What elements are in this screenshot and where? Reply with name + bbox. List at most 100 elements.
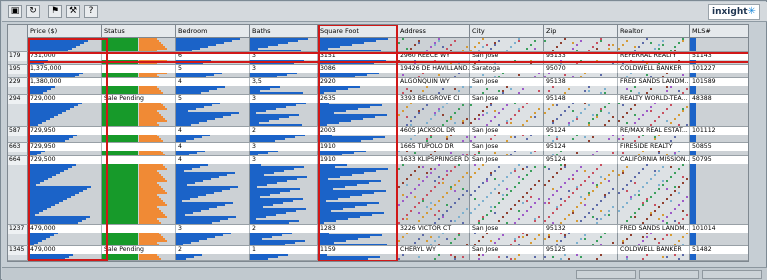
cell-address[interactable]: 3226 VICTOR CT [398,225,470,233]
cell-zip[interactable]: 95070 [544,65,618,73]
cell-status[interactable]: Sale Pending [102,95,176,103]
cell-sqft[interactable]: 1283 [318,225,398,233]
cell-mls[interactable]: 50855 [690,143,748,151]
cell-price[interactable]: 729,950 [28,143,102,151]
cell-bedroom[interactable]: 4 [176,78,250,86]
cell-bedroom[interactable]: 3 [176,261,250,262]
cell-status[interactable] [102,261,176,262]
cell-address[interactable]: 4731 BURKE DR [398,261,470,262]
cell-status[interactable] [102,143,176,151]
cell-price[interactable]: 729,500 [28,156,102,164]
cell-price[interactable]: 1,380,000 [28,78,102,86]
cell-price[interactable]: 479,000 [28,246,102,254]
cell-city[interactable]: San Jose [470,127,544,135]
column-header-price[interactable]: Price ($) [28,25,102,38]
new-icon[interactable]: ▣ [8,5,22,18]
cell-bedroom[interactable]: 4 [176,156,250,164]
cell-realtor[interactable]: COLDWELL BANKER [618,65,690,73]
cell-price[interactable]: 1,375,000 [28,65,102,73]
cell-baths[interactable]: 3 [250,65,318,73]
table-row[interactable]: 229 1,380,000 4 3,5 2920 ALGONQUIN WY San Jose… [8,77,748,87]
cell-baths[interactable]: 3 [250,156,318,164]
cell-realtor[interactable]: REALTY WORLD-TEA... [618,95,690,103]
cell-realtor[interactable]: FIRESIDE REALTY [618,261,690,262]
cell-baths[interactable]: 2 [250,127,318,135]
cell-address[interactable]: 19426 DE HAVILLAND... [398,65,470,73]
help-icon[interactable]: ? [84,5,98,18]
cell-address[interactable]: ALGONQUIN WY [398,78,470,86]
cell-zip[interactable]: 95133 [544,52,618,60]
cell-status[interactable] [102,127,176,135]
cell-sqft[interactable]: 1910 [318,156,398,164]
cell-zip[interactable]: 95138 [544,78,618,86]
filter-icon[interactable]: ⚑ [48,5,62,18]
cell-city[interactable]: San Jose [470,78,544,86]
cell-realtor[interactable]: FRED SANDS LANDM... [618,225,690,233]
cell-status[interactable]: Sale Pending [102,246,176,254]
cell-zip[interactable]: 95124 [544,127,618,135]
cell-zip[interactable]: 95124 [544,156,618,164]
cell-mls[interactable]: 50795 [690,156,748,164]
cell-baths[interactable]: 3,5 [250,78,318,86]
column-header-sqft[interactable]: Square Foot [318,25,398,38]
cell-zip[interactable]: 95054 [544,261,618,262]
tools-icon[interactable]: ⚒ [66,5,80,18]
cell-price[interactable]: 729,000 [28,95,102,103]
table-row[interactable]: 663 729,950 4 3 1910 1665 TUPOLO DR San Jose 95… [8,142,748,152]
cell-mls[interactable]: 51482 [690,246,748,254]
cell-sqft[interactable]: 2920 [318,78,398,86]
cell-sqft[interactable]: 2635 [318,95,398,103]
cell-realtor[interactable]: RE/MAX REAL ESTAT... [618,127,690,135]
table-row[interactable]: 1345 479,000 Sale Pending 2 1 1159 CHERYL WY Sa… [8,245,748,255]
cell-mls[interactable]: 101589 [690,78,748,86]
cell-price[interactable]: 729,950 [28,127,102,135]
cell-baths[interactable]: 2 [250,225,318,233]
cell-bedroom[interactable]: 6 [176,52,250,60]
cell-baths[interactable]: 2 [250,261,318,262]
cell-sqft[interactable]: 3086 [318,65,398,73]
column-header-bedroom[interactable]: Bedroom [176,25,250,38]
cell-city[interactable]: San Jose [470,143,544,151]
column-header-baths[interactable]: Baths [250,25,318,38]
column-header-realtor[interactable]: Realtor [618,25,690,38]
cell-mls[interactable]: 101227 [690,65,748,73]
cell-mls[interactable]: 100001 [690,261,749,262]
table-row[interactable]: 664 729,500 4 3 1910 1633 KLIPSPRINGER DR San … [8,155,748,165]
cell-address[interactable]: 2960 REECE WY [398,52,470,60]
cell-mls[interactable]: 101014 [690,225,748,233]
cell-sqft[interactable]: 2003 [318,127,398,135]
cell-city[interactable]: San Jose [470,246,544,254]
table-row[interactable]: 1237 479,000 3 2 1283 3226 VICTOR CT San Jose 9… [8,224,748,234]
cell-address[interactable]: 4605 JACKSOL DR [398,127,470,135]
column-header-status[interactable]: Status [102,25,176,38]
table-row[interactable]: 195 1,375,000 5 3 3086 19426 DE HAVILLAND... S… [8,64,748,74]
cell-realtor[interactable]: REFERRAL REALTY [618,52,690,60]
cell-sqft[interactable]: 1159 [318,246,398,254]
cell-status[interactable] [102,78,176,86]
cell-mls[interactable]: 101112 [690,127,748,135]
cell-city[interactable]: Santa Clara [470,261,544,262]
cell-address[interactable]: CHERYL WY [398,246,470,254]
cell-zip[interactable]: 95132 [544,225,618,233]
cell-realtor[interactable]: COLDWELL BANKER [618,246,690,254]
column-header-city[interactable]: City [470,25,544,38]
table-row[interactable]: 1405479,000 3210954731 BURKE DRSanta Clar… [8,260,749,262]
cell-baths[interactable]: 3 [250,143,318,151]
cell-bedroom[interactable]: 5 [176,95,250,103]
cell-address[interactable]: 1633 KLIPSPRINGER DR [398,156,470,164]
cell-price[interactable]: 479,000 [28,261,102,262]
cell-bedroom[interactable]: 3 [176,225,250,233]
cell-bedroom[interactable]: 5 [176,65,250,73]
cell-bedroom[interactable]: 2 [176,246,250,254]
cell-mls[interactable]: 51143 [690,52,748,60]
cell-sqft[interactable]: 3151 [318,52,398,60]
cell-baths[interactable]: 3 [250,95,318,103]
cell-zip[interactable]: 95125 [544,246,618,254]
cell-status[interactable] [102,65,176,73]
cell-realtor[interactable]: CALIFORNIA MISSION... [618,156,690,164]
table-row[interactable]: 294 729,000 Sale Pending 5 3 2635 3393 BELGROV… [8,94,748,104]
cell-bedroom[interactable]: 4 [176,143,250,151]
cell-sqft[interactable]: 1095 [318,261,398,262]
cell-city[interactable]: San Jose [470,52,544,60]
cell-baths[interactable]: 3 [250,52,318,60]
